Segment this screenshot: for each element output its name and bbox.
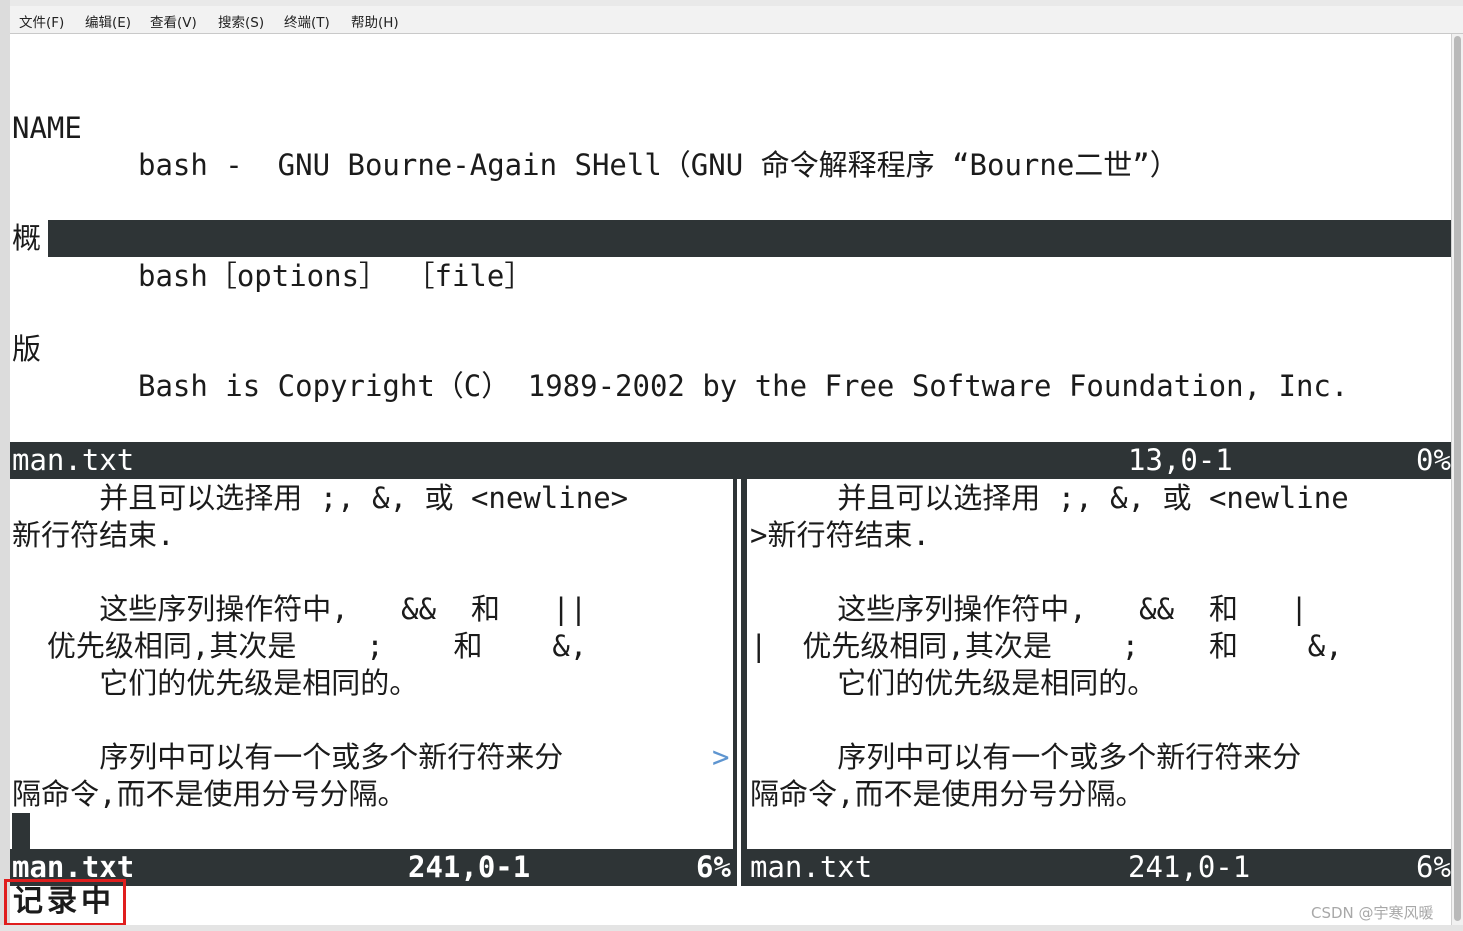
top-status-line: man.txt 13,0-1 0% <box>10 442 1451 479</box>
vertical-split-border-right[interactable] <box>741 478 747 849</box>
terminal-window: 文件(F) 编辑(E) 查看(V) 搜索(S) 终端(T) 帮助(H) NAME… <box>0 0 1463 931</box>
copyright-line: Bash is Copyright（C） 1989-2002 by the Fr… <box>138 369 1349 403</box>
left-line-1: 并且可以选择用 ;, &, 或 <newline> <box>12 481 629 515</box>
left-status-position: 241,0-1 <box>408 850 531 884</box>
scrollbar-thumb[interactable] <box>1454 36 1461 921</box>
menu-search[interactable]: 搜索(S) <box>218 11 264 31</box>
right-line-7: 隔命令,而不是使用分号分隔。 <box>750 777 1145 811</box>
recording-mode-indicator: 记录中 <box>4 879 126 926</box>
top-status-percent: 0% <box>1416 443 1451 477</box>
watermark-text: CSDN @宇寒风暖 <box>1311 904 1434 922</box>
left-line-7: 隔命令,而不是使用分号分隔。 <box>12 777 407 811</box>
right-line-3: 这些序列操作符中, && 和 | <box>750 592 1308 626</box>
right-line-1: 并且可以选择用 ;, &, 或 <newline <box>750 481 1349 515</box>
right-line-2: >新行符结束. <box>750 518 930 552</box>
window-frame-left <box>0 0 10 931</box>
right-status-percent: 6% <box>1416 850 1451 884</box>
heading-name: NAME <box>12 111 82 145</box>
menu-view[interactable]: 查看(V) <box>150 11 197 31</box>
left-line-4: 优先级相同,其次是 ; 和 &, <box>12 629 588 663</box>
menu-bar: 文件(F) 编辑(E) 查看(V) 搜索(S) 终端(T) 帮助(H) <box>10 6 1463 34</box>
cursor-block <box>12 813 30 850</box>
vertical-split-border[interactable] <box>733 478 737 849</box>
heading-synopsis: 概 <box>12 221 42 255</box>
synopsis-line: bash［options］ ［file］ <box>138 259 534 293</box>
right-line-5: 它们的优先级是相同的。 <box>750 666 1157 700</box>
right-status-position: 241,0-1 <box>1128 850 1251 884</box>
right-status-line: man.txt 241,0-1 6% <box>741 849 1451 886</box>
left-line-6: 序列中可以有一个或多个新行符来分 <box>12 740 564 774</box>
cursor-line-highlight <box>48 220 1451 257</box>
menu-help[interactable]: 帮助(H) <box>351 11 399 31</box>
top-status-position: 13,0-1 <box>1128 443 1233 477</box>
vertical-scrollbar[interactable] <box>1451 34 1463 925</box>
right-line-6: 序列中可以有一个或多个新行符来分 <box>750 740 1302 774</box>
left-status-percent: 6% <box>696 850 731 884</box>
menu-edit[interactable]: 编辑(E) <box>85 11 131 31</box>
left-line-2: 新行符结束. <box>12 518 175 552</box>
left-line-3: 这些序列操作符中, && 和 || <box>12 592 588 626</box>
name-description-line: bash - GNU Bourne-Again SHell（GNU 命令解释程序… <box>138 148 1179 182</box>
heading-copyright: 版 <box>12 332 42 366</box>
top-status-filename: man.txt <box>12 443 135 477</box>
right-status-filename: man.txt <box>750 850 873 884</box>
menu-terminal[interactable]: 终端(T) <box>284 11 330 31</box>
wrap-marker: > <box>712 740 730 774</box>
right-line-4: | 优先级相同,其次是 ; 和 &, <box>750 629 1343 663</box>
window-frame-bottom <box>0 925 1463 931</box>
menu-file[interactable]: 文件(F) <box>19 11 64 31</box>
left-line-5: 它们的优先级是相同的。 <box>12 666 419 700</box>
